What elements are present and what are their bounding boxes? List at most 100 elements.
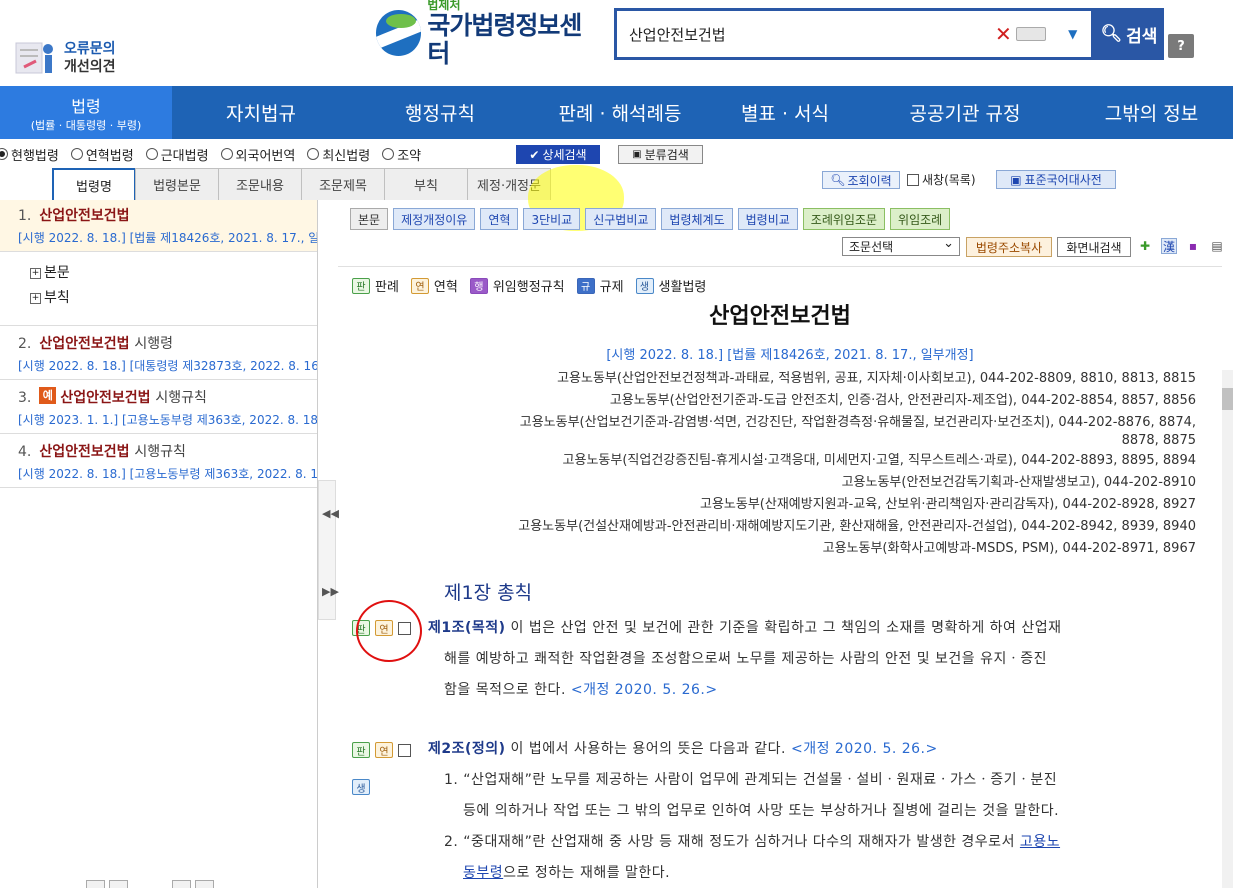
article-checkbox[interactable]: [398, 743, 411, 757]
print-icon[interactable]: ▤: [1209, 238, 1225, 254]
definition-1: 1. “산업재해”란 노무를 제공하는 사람이 업무에 관계되는 건설물ㆍ설비ㆍ…: [444, 772, 1058, 788]
article-2: 제2조(정의) 이 법에서 사용하는 용어의 뜻은 다음과 같다. <개정 20…: [428, 734, 1208, 888]
copy-url-button[interactable]: 법령주소복사: [966, 237, 1052, 257]
search-scope-tabs: 법령명 법령본문 조문내용 조문제목 부칙 제정·개정문: [52, 168, 551, 200]
expand-icon[interactable]: +: [30, 267, 41, 279]
chapter-heading: 제1장 총칙: [444, 582, 533, 604]
radio-foreign[interactable]: 외국어번역: [220, 145, 295, 164]
bookmark-icon[interactable]: ✚: [1137, 238, 1153, 254]
list-item[interactable]: 4. 산업안전보건법 시행규칙 [시행 2022. 8. 18.] [고용노동부령…: [0, 434, 317, 488]
detail-search-button[interactable]: ✔ 상세검색: [516, 145, 600, 164]
precedent-icon[interactable]: 판: [352, 742, 370, 758]
panel-toggle[interactable]: ◀◀ ▶▶: [318, 480, 339, 620]
amend-note[interactable]: <개정 2020. 5. 26.>: [571, 682, 718, 698]
law-result-list: 1. 산업안전보건법 [시행 2022. 8. 18.] [법률 제18426호,…: [0, 200, 318, 888]
chevron-down-icon[interactable]: ▼: [1056, 17, 1090, 51]
ordinance-delegation-button[interactable]: 조례위임조문: [802, 208, 886, 230]
tree-item-body[interactable]: + 본문: [30, 261, 317, 286]
search-button-label: 검색: [1126, 26, 1158, 47]
nav-laws[interactable]: 법령 (법률 · 대통령령 · 부령): [0, 86, 172, 139]
history-button[interactable]: 🔍︎ 조회이력: [822, 171, 900, 189]
first-page-button[interactable]: [86, 880, 105, 888]
screen-search-button[interactable]: 화면내검색: [1057, 237, 1131, 257]
radio-current[interactable]: 현행법령: [0, 145, 59, 164]
tab-article-content[interactable]: 조문내용: [218, 168, 302, 200]
clear-icon[interactable]: ✕: [995, 22, 1012, 46]
nav-precedents[interactable]: 판례 · 해석례등: [530, 86, 710, 139]
new-window-checkbox[interactable]: 새창(목록): [907, 171, 976, 188]
radio-treaty[interactable]: 조약: [382, 145, 421, 164]
delegated-ordinance-button[interactable]: 위임조례: [890, 208, 951, 230]
collapse-left-icon[interactable]: ◀◀: [322, 507, 339, 520]
nav-public-rules[interactable]: 공공기관 규정: [860, 86, 1070, 139]
expand-icon[interactable]: +: [30, 292, 41, 304]
search-button[interactable]: 🔍︎ 검색: [1094, 8, 1164, 60]
nav-other-info[interactable]: 그밖의 정보: [1070, 86, 1233, 139]
tab-addenda[interactable]: 부칙: [384, 168, 468, 200]
regulation-icon: 규: [576, 277, 595, 294]
list-item[interactable]: 3. 예 산업안전보건법 시행규칙 [시행 2023. 1. 1.] [고용노동부령…: [0, 380, 317, 434]
check-search-icon: ✔: [529, 147, 540, 162]
amend-note[interactable]: <개정 2020. 5. 26.>: [791, 741, 938, 757]
article-select[interactable]: 조문선택: [842, 236, 960, 256]
list-item-sub: [시행 2022. 8. 18.] [법률 제18426호, 2021. 8. …: [18, 231, 317, 245]
three-way-compare-button[interactable]: 3단비교: [523, 208, 581, 230]
ministry-line: 고용노동부(산업안전기준과-도급 안전조치, 인증·검사, 안전관리자-제조업)…: [609, 393, 1196, 408]
hanja-icon[interactable]: 漢: [1161, 238, 1177, 254]
tab-law-body[interactable]: 법령본문: [135, 168, 219, 200]
logo-emblem-icon: [376, 10, 422, 56]
classify-icon: ▣: [632, 149, 642, 160]
radio-history[interactable]: 연혁법령: [70, 145, 134, 164]
help-button[interactable]: ?: [1168, 34, 1194, 58]
logo-title: 국가법령정보센터: [427, 11, 582, 68]
law-compare-button[interactable]: 법령비교: [737, 208, 798, 230]
ministry-decree-link[interactable]: 동부령: [463, 865, 503, 881]
old-new-compare-button[interactable]: 신구법비교: [585, 208, 657, 230]
save-icon[interactable]: ▪: [1185, 238, 1201, 254]
list-item[interactable]: 1. 산업안전보건법 [시행 2022. 8. 18.] [법률 제18426호,…: [0, 200, 317, 252]
expand-right-icon[interactable]: ▶▶: [322, 585, 339, 598]
dictionary-button[interactable]: ▣ 표준국어대사전: [996, 170, 1116, 189]
ministry-line: 고용노동부(직업건강증진팀-휴게시설·고객응대, 미세먼지·고열, 직무스트레스…: [562, 453, 1196, 468]
tab-article-title[interactable]: 조문제목: [301, 168, 385, 200]
class-search-button[interactable]: ▣ 분류검색: [618, 145, 703, 164]
tool-icons: ✚ 漢 ▪ ▤: [1137, 238, 1233, 254]
law-type-radios: 현행법령 연혁법령 근대법령 외국어번역 최신법령 조약: [0, 143, 433, 165]
history-view-button[interactable]: 연혁: [480, 208, 519, 230]
next-page-button[interactable]: [172, 880, 191, 888]
nav-forms[interactable]: 별표 · 서식: [710, 86, 860, 139]
article-heading[interactable]: 제2조(정의): [428, 741, 506, 757]
divider: [338, 266, 1222, 267]
keyboard-icon[interactable]: [1015, 27, 1046, 41]
list-item-title[interactable]: 산업안전보건법: [39, 208, 129, 224]
precedent-icon: 판: [352, 277, 370, 294]
radio-modern[interactable]: 근대법령: [145, 145, 209, 164]
amend-reason-button[interactable]: 제정개정이유: [393, 208, 476, 230]
nav-local-laws[interactable]: 자치법규: [172, 86, 350, 139]
last-page-button[interactable]: [195, 880, 214, 888]
feedback-link[interactable]: 오류문의 개선의견: [10, 30, 150, 85]
law-view-buttons: 본문 제정개정이유 연혁 3단비교 신구법비교 법령체계도 법령비교 조례위임조…: [350, 208, 955, 230]
life-law-icon: 생: [635, 277, 654, 294]
tree-item-addenda[interactable]: + 부칙: [30, 286, 317, 311]
tab-law-name[interactable]: 법령명: [52, 168, 136, 200]
search-input[interactable]: [629, 19, 989, 49]
radio-latest[interactable]: 최신법령: [307, 145, 370, 164]
scrollbar-thumb[interactable]: [1222, 388, 1233, 410]
nav-admin-rules[interactable]: 행정규칙: [350, 86, 530, 139]
list-item[interactable]: 2. 산업안전보건법 시행령 [시행 2022. 8. 18.] [대통령령 제3…: [0, 326, 317, 380]
law-structure-button[interactable]: 법령체계도: [661, 208, 733, 230]
article-1: 제1조(목적) 이 법은 산업 안전 및 보건에 관한 기준을 확립하고 그 책…: [428, 620, 1062, 698]
prev-page-button[interactable]: [109, 880, 128, 888]
scrollbar[interactable]: [1222, 370, 1233, 888]
history-icon[interactable]: 연: [375, 742, 393, 758]
body-button[interactable]: 본문: [350, 208, 389, 230]
red-circle-annotation: [356, 600, 422, 662]
ministry-line: 고용노동부(화학사고예방과-MSDS, PSM), 044-202-8971, …: [822, 541, 1196, 556]
ministry-decree-link[interactable]: 고용노: [1020, 834, 1060, 850]
history-icon: 연: [410, 277, 429, 294]
life-law-icon[interactable]: 생: [352, 779, 370, 795]
ministry-line: 고용노동부(건설산재예방과-안전관리비·재해예방지도기관, 환산재해율, 안전관…: [518, 519, 1196, 534]
article-heading[interactable]: 제1조(목적): [428, 620, 506, 636]
site-logo[interactable]: 법제처 국가법령정보센터: [376, 0, 601, 68]
